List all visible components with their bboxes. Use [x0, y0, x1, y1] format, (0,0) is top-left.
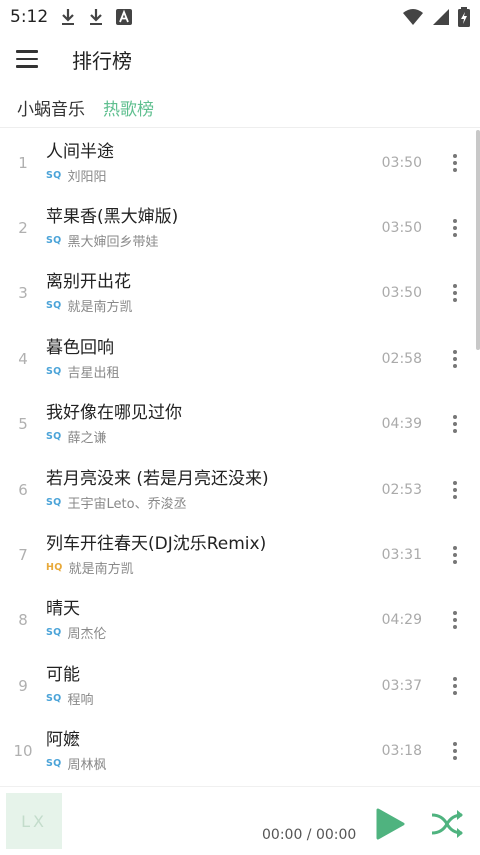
song-duration: 03:37 [381, 677, 422, 694]
quality-badge: SQ [46, 758, 62, 770]
list-item[interactable]: 9 可能 SQ 程响 03:37 [0, 653, 480, 718]
list-item[interactable]: 7 列车开往春天(DJ沈乐Remix) HQ 就是南方凯 03:31 [0, 522, 480, 587]
song-index: 10 [13, 742, 33, 761]
status-time: 5:12 [10, 7, 49, 27]
list-item[interactable]: 6 若月亮没来 (若是月亮还没来) SQ 王宇宙Leto、乔浚丞 02:53 [0, 457, 480, 522]
song-index: 4 [18, 349, 28, 368]
more-vertical-icon[interactable] [440, 742, 470, 761]
player-bar: LX 00:00 / 00:00 [0, 786, 480, 855]
list-item[interactable]: 10 阿嬷 SQ 周林枫 03:18 [0, 719, 480, 784]
signal-icon [432, 8, 450, 26]
song-index: 3 [18, 284, 28, 303]
song-title: 列车开往春天(DJ沈乐Remix) [46, 534, 267, 555]
scrollbar[interactable] [476, 130, 480, 350]
quality-badge: SQ [46, 365, 62, 377]
tab-board[interactable]: 热歌榜 [103, 95, 154, 120]
more-vertical-icon[interactable] [440, 546, 470, 565]
song-artist: 周林枫 [67, 758, 107, 774]
song-title: 苹果香(黑大婶版) [46, 207, 179, 228]
next-icon[interactable] [430, 809, 464, 839]
song-artist: 薛之谦 [67, 431, 107, 447]
song-index: 2 [18, 219, 28, 238]
song-artist: 就是南方凯 [68, 562, 134, 578]
song-list: 1 人间半途 SQ 刘阳阳 03:50 2 苹果香(黑大婶版) SQ 黑大婶回乡带娃… [0, 130, 480, 785]
song-index: 8 [18, 611, 28, 630]
download-icon [88, 8, 104, 26]
song-duration: 03:50 [381, 220, 422, 237]
song-index: 7 [18, 546, 28, 565]
song-duration: 02:53 [381, 481, 422, 498]
song-title: 阿嬷 [46, 730, 80, 751]
list-item[interactable]: 5 我好像在哪见过你 SQ 薛之谦 04:39 [0, 392, 480, 457]
song-index: 5 [18, 415, 28, 434]
song-artist: 黑大婶回乡带娃 [67, 235, 159, 251]
song-artist: 王宇宙Leto、乔浚丞 [67, 496, 187, 512]
page-title: 排行榜 [72, 48, 132, 73]
more-vertical-icon[interactable] [440, 676, 470, 695]
battery-icon [458, 7, 470, 27]
more-vertical-icon[interactable] [440, 284, 470, 303]
song-title: 离别开出花 [46, 272, 131, 293]
quality-badge: SQ [46, 627, 62, 639]
wifi-icon [402, 8, 424, 26]
song-artist: 程响 [67, 692, 94, 708]
playback-time: 00:00 / 00:00 [262, 827, 357, 843]
song-artist: 吉星出租 [67, 365, 120, 381]
song-index: 6 [18, 480, 28, 499]
more-vertical-icon[interactable] [440, 349, 470, 368]
song-duration: 04:39 [381, 416, 422, 433]
song-artist: 就是南方凯 [67, 300, 133, 316]
more-vertical-icon[interactable] [440, 480, 470, 499]
quality-badge: SQ [46, 169, 62, 181]
quality-badge: SQ [46, 692, 62, 704]
song-index: 9 [18, 676, 28, 695]
list-item[interactable]: 4 暮色回响 SQ 吉星出租 02:58 [0, 326, 480, 391]
quality-badge: SQ [46, 431, 62, 443]
more-vertical-icon[interactable] [440, 415, 470, 434]
song-title: 暮色回响 [46, 337, 114, 358]
song-duration: 03:50 [381, 154, 422, 171]
app-bar: 排行榜 [0, 34, 480, 84]
source-tabs: 小蜗音乐 热歌榜 [0, 88, 480, 128]
status-bar: 5:12 [0, 0, 480, 34]
more-vertical-icon[interactable] [440, 219, 470, 238]
album-cover[interactable]: LX [6, 793, 62, 849]
song-artist: 周杰伦 [67, 627, 107, 643]
tab-source[interactable]: 小蜗音乐 [17, 95, 85, 120]
song-artist: 刘阳阳 [67, 169, 107, 185]
song-title: 可能 [46, 664, 80, 685]
song-title: 我好像在哪见过你 [46, 403, 182, 424]
more-vertical-icon[interactable] [440, 153, 470, 172]
quality-badge: SQ [46, 496, 62, 508]
more-vertical-icon[interactable] [440, 611, 470, 630]
quality-badge: SQ [46, 235, 62, 247]
song-index: 1 [18, 153, 28, 172]
song-duration: 03:18 [381, 743, 422, 760]
list-item[interactable]: 1 人间半途 SQ 刘阳阳 03:50 [0, 130, 480, 195]
song-duration: 04:29 [381, 612, 422, 629]
list-item[interactable]: 2 苹果香(黑大婶版) SQ 黑大婶回乡带娃 03:50 [0, 195, 480, 260]
song-title: 人间半途 [46, 141, 114, 162]
quality-badge: HQ [46, 562, 63, 574]
a-icon [116, 9, 133, 25]
list-item[interactable]: 8 晴天 SQ 周杰伦 04:29 [0, 588, 480, 653]
song-duration: 02:58 [381, 350, 422, 367]
song-title: 晴天 [46, 599, 80, 620]
song-title: 若月亮没来 (若是月亮还没来) [46, 468, 269, 489]
song-duration: 03:50 [381, 285, 422, 302]
song-duration: 03:31 [381, 547, 422, 564]
list-item[interactable]: 3 离别开出花 SQ 就是南方凯 03:50 [0, 261, 480, 326]
play-icon[interactable] [374, 807, 406, 841]
download-icon [60, 8, 76, 26]
menu-icon[interactable] [16, 43, 48, 75]
quality-badge: SQ [46, 300, 62, 312]
